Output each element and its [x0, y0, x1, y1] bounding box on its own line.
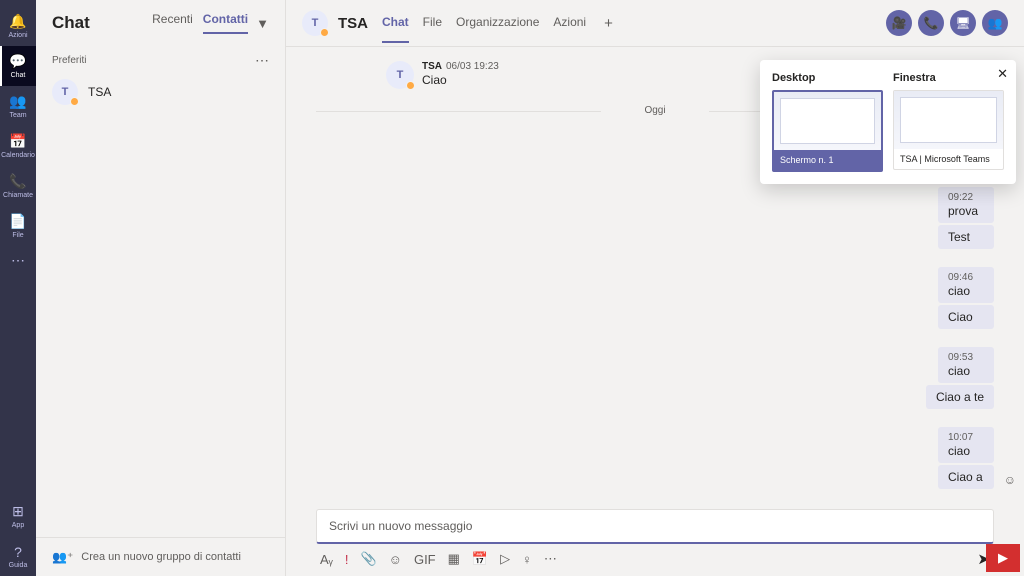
rail-files[interactable]: 📄File [0, 206, 36, 246]
presence-icon [320, 28, 329, 37]
sent-messages: 09:22prova Test 09:46ciao Ciao 09:53ciao… [926, 187, 994, 503]
priority-icon[interactable]: ! [345, 552, 349, 567]
react-icon[interactable]: ☺ [1004, 473, 1016, 487]
format-icon[interactable]: Aᵧ [320, 552, 333, 567]
close-icon[interactable]: ✕ [997, 66, 1008, 82]
rail-calendar[interactable]: 📅Calendario [0, 126, 36, 166]
gif-icon[interactable]: GIF [414, 552, 436, 567]
avatar: T [52, 79, 78, 105]
bell-icon: 🔔 [9, 13, 26, 30]
chat-title: TSA [338, 15, 368, 32]
share-window-label: TSA | Microsoft Teams [894, 149, 1003, 169]
msg-avatar: T [386, 61, 414, 89]
more-icon[interactable]: ⋯ [544, 551, 557, 567]
calendar-icon: 📅 [9, 133, 26, 150]
stream-icon[interactable]: ▷ [500, 551, 510, 567]
msg-sender: TSA [422, 61, 442, 72]
rail-team[interactable]: 👥Team [0, 86, 36, 126]
tab-file[interactable]: File [423, 15, 442, 43]
plus-icon: 👥⁺ [52, 550, 73, 564]
more-icon[interactable]: ⋯ [255, 52, 269, 69]
tab-contacts[interactable]: Contatti [203, 12, 248, 34]
share-desktop-label: Schermo n. 1 [774, 150, 881, 170]
chat-avatar: T [302, 10, 328, 36]
share-screen-popup: ✕ Desktop Schermo n. 1 Finestra TSA | Mi… [760, 60, 1016, 184]
rail-more-icon[interactable]: ⋯ [11, 252, 25, 269]
recording-badge: ▶ [986, 544, 1020, 572]
rail-actions[interactable]: 🔔Azioni [0, 6, 36, 46]
sticker-icon[interactable]: ▦ [448, 551, 460, 567]
tab-actions[interactable]: Azioni [553, 15, 586, 43]
rail-apps[interactable]: ⊞App [0, 496, 36, 536]
message-input[interactable]: Scrivi un nuovo messaggio [316, 509, 994, 544]
add-tab-button[interactable]: + [604, 15, 613, 32]
chat-sidebar: Chat Recenti Contatti ▼ Preferiti ⋯ T TS… [36, 0, 286, 576]
audio-call-button[interactable]: 📞 [918, 10, 944, 36]
file-icon: 📄 [9, 213, 26, 230]
filter-icon[interactable]: ▼ [256, 16, 269, 31]
contact-item[interactable]: T TSA [36, 73, 285, 111]
tab-chat[interactable]: Chat [382, 15, 409, 43]
presence-icon [406, 81, 415, 90]
share-window-heading: Finestra [893, 72, 1004, 84]
chat-icon: 💬 [9, 53, 26, 70]
msg-timestamp: 06/03 19:23 [446, 61, 499, 72]
section-favorites: Preferiti [52, 55, 86, 66]
video-call-button[interactable]: 🎥 [886, 10, 912, 36]
rail-help[interactable]: ?Guida [0, 536, 36, 576]
tab-recent[interactable]: Recenti [152, 12, 193, 34]
msg-text: Ciao [422, 73, 499, 87]
praise-icon[interactable]: ♀ [522, 552, 532, 567]
emoji-icon[interactable]: ☺ [389, 552, 402, 567]
create-group-button[interactable]: 👥⁺ Crea un nuovo gruppo di contatti [36, 537, 285, 576]
presence-icon [70, 97, 79, 106]
composer: Scrivi un nuovo messaggio Aᵧ ! 📎 ☺ GIF ▦… [316, 509, 994, 568]
window-thumbnail [894, 91, 1003, 149]
app-rail: 🔔Azioni 💬Chat 👥Team 📅Calendario 📞Chiamat… [0, 0, 36, 576]
contact-name: TSA [88, 85, 111, 99]
rail-chat[interactable]: 💬Chat [0, 46, 36, 86]
add-people-button[interactable]: 👥 [982, 10, 1008, 36]
desktop-thumbnail [774, 92, 881, 150]
attach-icon[interactable]: 📎 [360, 551, 376, 567]
main-chat: T TSA Chat File Organizzazione Azioni + … [286, 0, 1024, 576]
compose-toolbar: Aᵧ ! 📎 ☺ GIF ▦ 📅 ▷ ♀ ⋯ ➤ [316, 544, 994, 568]
phone-icon: 📞 [9, 173, 26, 190]
share-window-tile[interactable]: TSA | Microsoft Teams [893, 90, 1004, 170]
rail-calls[interactable]: 📞Chiamate [0, 166, 36, 206]
share-desktop-heading: Desktop [772, 72, 883, 84]
apps-icon: ⊞ [12, 503, 24, 520]
tab-org[interactable]: Organizzazione [456, 15, 539, 43]
screen-share-button[interactable]: 🖥 [950, 10, 976, 36]
help-icon: ? [14, 544, 22, 560]
meeting-icon[interactable]: 📅 [472, 551, 488, 567]
share-desktop-tile[interactable]: Schermo n. 1 [772, 90, 883, 172]
chat-header: T TSA Chat File Organizzazione Azioni + … [286, 0, 1024, 47]
sidebar-title: Chat [52, 13, 152, 33]
team-icon: 👥 [9, 93, 26, 110]
